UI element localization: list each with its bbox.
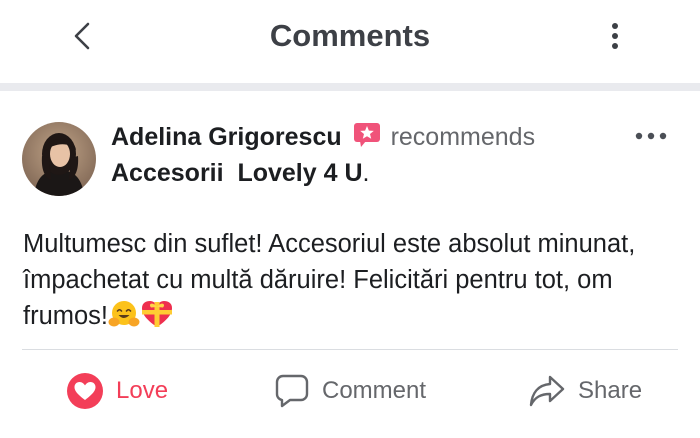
author-name[interactable]: Adelina Grigorescu <box>111 123 342 151</box>
comment-label: Comment <box>322 377 427 404</box>
comment-button[interactable]: Comment <box>274 369 426 413</box>
recommendation-post: Adelina Grigorescu recommends Accesorii … <box>0 91 700 438</box>
page-name-suffix: . <box>362 159 370 187</box>
vertical-dots-icon <box>612 23 618 49</box>
recommend-star-icon <box>353 122 381 157</box>
post-options-button[interactable] <box>632 121 670 151</box>
love-reaction-icon <box>67 373 103 409</box>
page-title: Comments <box>269 18 431 53</box>
post-header: Adelina Grigorescu recommends Accesorii … <box>111 121 651 190</box>
share-label: Share <box>578 377 643 404</box>
love-label: Love <box>116 377 169 404</box>
back-button[interactable] <box>62 18 102 54</box>
actions-divider <box>22 349 678 350</box>
recommends-label: recommends <box>390 123 536 151</box>
top-bar: Comments <box>0 0 700 83</box>
love-button[interactable]: Love <box>66 369 168 413</box>
horizontal-dots-icon <box>635 132 667 140</box>
hugging-face-emoji <box>108 299 140 339</box>
page-name-link[interactable]: Accesorii Lovely 4 U <box>111 159 363 187</box>
share-button[interactable]: Share <box>528 369 642 413</box>
author-avatar[interactable] <box>22 122 96 196</box>
options-menu-button[interactable] <box>600 18 630 54</box>
share-arrow-icon <box>529 375 565 407</box>
post-text: Multumesc din suflet! Accesoriul este ab… <box>23 226 683 339</box>
comment-bubble-icon <box>275 374 309 408</box>
chevron-left-icon <box>74 22 90 50</box>
heart-with-ribbon-emoji <box>140 299 174 339</box>
